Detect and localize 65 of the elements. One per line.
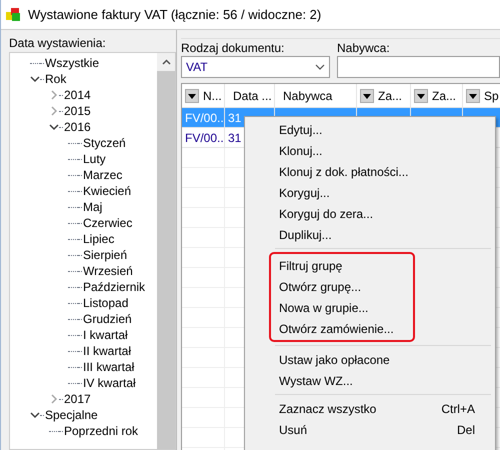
chevron-down-icon[interactable] [49, 122, 59, 132]
table-cell-text: 31 [228, 130, 242, 146]
menu-item[interactable]: Otwórz zamówienie... [271, 318, 413, 339]
document-type-label: Rodzaj dokumentu: [181, 41, 286, 55]
chevron-down-icon[interactable] [30, 410, 40, 420]
filter-dropdown-icon[interactable] [360, 88, 374, 102]
tree-item[interactable]: 2015 [64, 102, 91, 120]
tree-item[interactable]: Poprzedni rok [64, 422, 138, 440]
filter-dropdown-icon[interactable] [185, 88, 199, 102]
column-header[interactable]: Za... [357, 84, 411, 107]
tree-item[interactable]: Maj [83, 198, 102, 216]
cubes-icon [6, 8, 22, 22]
table-cell-text: 31 [228, 110, 242, 126]
column-header[interactable]: Data ... [225, 84, 275, 107]
menu-item[interactable]: Zaznacz wszystko Ctrl+A [245, 398, 495, 419]
tree-item[interactable]: Grudzień [83, 310, 132, 328]
tree-item[interactable]: Wszystkie [45, 54, 99, 72]
buyer-label: Nabywca: [337, 41, 391, 55]
chevron-down-icon[interactable] [30, 74, 40, 84]
column-header[interactable]: Sp [463, 84, 500, 107]
tree-item[interactable]: I kwartał [83, 326, 128, 344]
chevron-down-icon[interactable] [315, 64, 325, 70]
scroll-up-icon[interactable] [162, 59, 170, 65]
tree-item[interactable]: Sierpień [83, 246, 128, 264]
document-type-dropdown[interactable]: VAT [181, 56, 330, 78]
menu-item[interactable]: Ustaw jako opłacone [245, 349, 495, 370]
menu-item[interactable]: Koryguj do zera... [245, 203, 495, 224]
menu-item[interactable]: Klonuj z dok. płatności... [245, 161, 495, 182]
filter-dropdown-icon[interactable] [466, 88, 480, 102]
menu-item[interactable]: Klonuj... [245, 140, 495, 161]
tree-item[interactable]: Październik [83, 278, 146, 296]
window-title: Wystawione faktury VAT (łącznie: 56 / widoczne: 2) [28, 6, 322, 24]
menu-item[interactable]: Usuń Del [245, 419, 495, 440]
tree-item[interactable]: Lipiec [83, 230, 114, 248]
menu-item[interactable]: Otwórz grupę... [271, 276, 413, 297]
date-filter-label: Data wystawienia: [9, 36, 107, 50]
tree-item[interactable]: 2017 [64, 390, 91, 408]
column-header[interactable]: Za... [411, 84, 463, 107]
tree-item[interactable]: III kwartał [83, 358, 134, 376]
tree-item[interactable]: Marzec [83, 166, 122, 184]
tree-item[interactable]: 2014 [64, 86, 91, 104]
menu-item[interactable]: Koryguj... [245, 182, 495, 203]
tree-item[interactable]: IV kwartał [83, 374, 136, 392]
tree-item[interactable]: 2016 [64, 118, 91, 136]
buyer-field[interactable] [337, 56, 500, 78]
tree-item[interactable]: Listopad [83, 294, 128, 312]
column-header[interactable]: N... [182, 84, 225, 107]
menu-item[interactable]: Nowa w grupie... [271, 297, 413, 318]
menu-item[interactable]: Filtruj grupę [271, 255, 413, 276]
menu-item[interactable]: Duplikuj... [245, 224, 495, 245]
menu-item[interactable]: Edytuj... [245, 119, 495, 140]
tree-item[interactable]: II kwartał [83, 342, 132, 360]
tree-item[interactable]: Specjalne [45, 406, 98, 424]
tree-item[interactable]: Styczeń [83, 134, 126, 152]
scrollbar[interactable] [157, 53, 175, 449]
tree-item[interactable]: Rok [45, 70, 66, 88]
table-cell-text: FV/00... [185, 130, 224, 146]
column-header[interactable]: Nabywca [275, 84, 357, 107]
menu-item[interactable]: Wystaw WZ... [245, 370, 495, 391]
table-cell-text: FV/00... [185, 110, 224, 126]
tree-item[interactable]: Czerwiec [83, 214, 132, 232]
tree-item[interactable]: Luty [83, 150, 106, 168]
filter-dropdown-icon[interactable] [414, 88, 428, 102]
tree-item[interactable]: Kwiecień [83, 182, 132, 200]
tree-item[interactable]: Wrzesień [83, 262, 133, 280]
